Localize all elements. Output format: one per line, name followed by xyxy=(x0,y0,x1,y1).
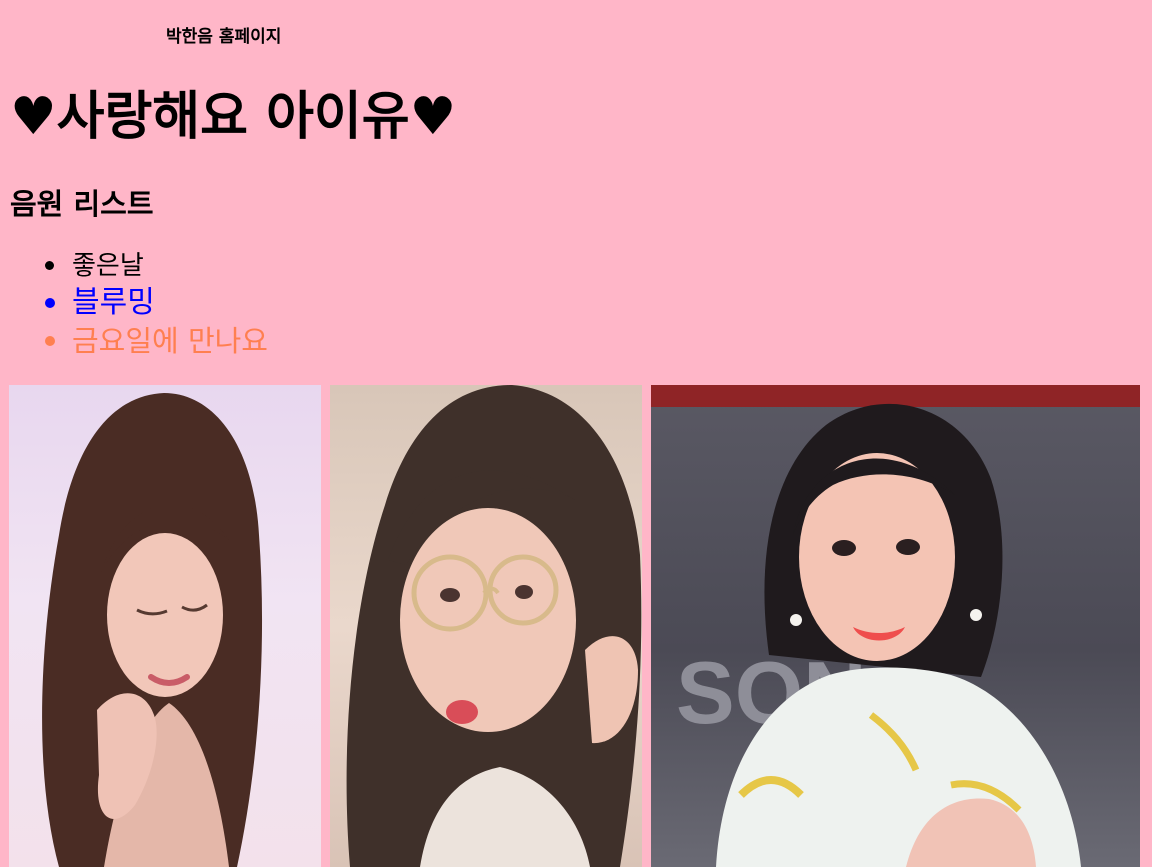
page: 박한음 홈페이지 ♥사랑해요 아이유♥ 음원 리스트 좋은날 블루밍 금요일에 … xyxy=(0,0,1152,867)
portrait-illustration-2 xyxy=(346,385,642,867)
song-list: 좋은날 블루밍 금요일에 만나요 xyxy=(30,248,268,360)
iu-photo-3: SON xyxy=(651,385,1140,867)
bullet-icon xyxy=(45,298,55,308)
portrait-illustration-3: SON xyxy=(651,385,1140,867)
bullet-icon xyxy=(45,336,55,346)
song-title: 좋은날 xyxy=(72,251,144,281)
site-title: 박한음 홈페이지 xyxy=(166,27,282,47)
bullet-icon xyxy=(45,261,54,270)
song-item-blueming: 블루밍 xyxy=(30,284,268,322)
song-title: 블루밍 xyxy=(72,285,155,320)
iu-photo-2 xyxy=(330,385,642,867)
song-title: 금요일에 만나요 xyxy=(72,324,268,358)
iu-photo-1 xyxy=(9,385,321,867)
song-item-friday: 금요일에 만나요 xyxy=(30,322,268,360)
main-heading: ♥사랑해요 아이유♥ xyxy=(10,87,457,147)
song-list-heading: 음원 리스트 xyxy=(10,187,154,221)
portrait-illustration-1 xyxy=(42,393,263,867)
song-item-good-day: 좋은날 xyxy=(30,248,268,284)
